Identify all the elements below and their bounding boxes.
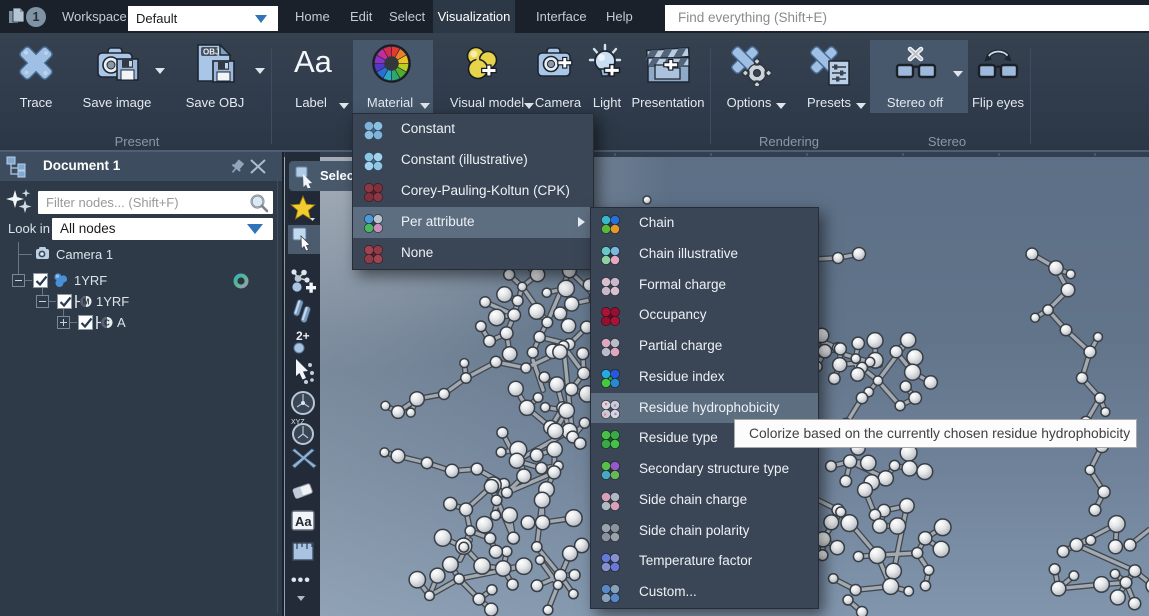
- svg-text:C: C: [104, 319, 110, 328]
- svg-text:M: M: [83, 298, 90, 307]
- svg-text:OBJ: OBJ: [203, 48, 219, 57]
